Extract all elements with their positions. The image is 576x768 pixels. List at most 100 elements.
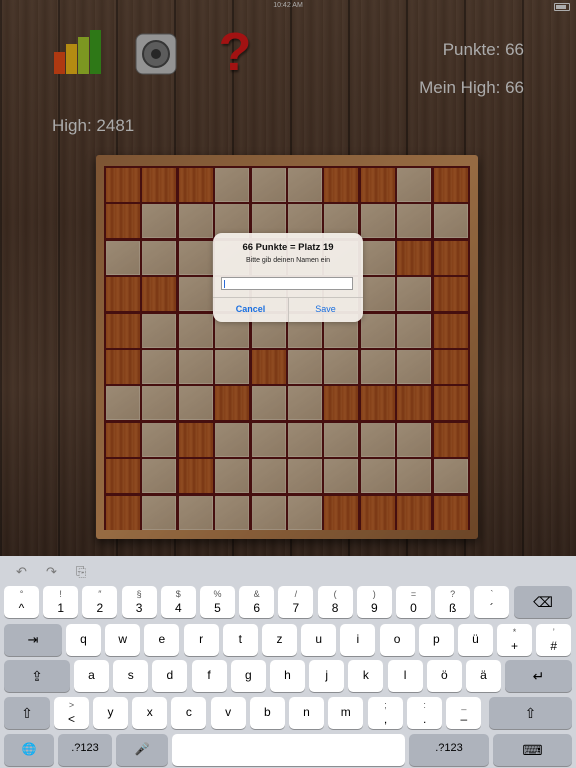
- key-j[interactable]: j: [309, 660, 345, 692]
- key-alt-label: *: [512, 627, 517, 637]
- hide-keyboard-key[interactable]: ⌨: [493, 734, 572, 766]
- key-label: 9: [370, 601, 378, 615]
- key-a[interactable]: a: [74, 660, 109, 692]
- globe-key[interactable]: 🌐: [4, 734, 54, 766]
- microphone-key[interactable]: 🎤: [116, 734, 168, 766]
- name-input[interactable]: [221, 277, 353, 290]
- space-bar[interactable]: [172, 734, 405, 766]
- backspace-key[interactable]: ⌫: [514, 586, 572, 618]
- undo-icon[interactable]: ↶: [16, 564, 27, 580]
- key-label: .: [423, 712, 427, 726]
- key-label: p: [432, 632, 440, 646]
- key-label: j: [325, 668, 329, 682]
- key-1[interactable]: ! 1: [43, 586, 79, 618]
- key-^[interactable]: ° ^: [4, 586, 39, 618]
- key-b[interactable]: b: [249, 697, 285, 729]
- key-d[interactable]: d: [152, 660, 188, 692]
- key-label: u: [315, 632, 323, 646]
- left-shift-key[interactable]: ⇧: [4, 697, 50, 729]
- key-n[interactable]: n: [289, 697, 324, 729]
- key-label: ⇪: [31, 668, 43, 684]
- key-s[interactable]: s: [113, 660, 149, 692]
- key-label: ⇧: [524, 705, 537, 721]
- key-punct-0[interactable]: ;,: [368, 697, 403, 729]
- save-button[interactable]: Save: [288, 297, 363, 322]
- numbers-key-left[interactable]: .?123: [58, 734, 112, 766]
- key-4[interactable]: $4: [160, 586, 196, 618]
- key-k[interactable]: k: [348, 660, 384, 692]
- key-c[interactable]: c: [171, 697, 207, 729]
- key-r[interactable]: r: [183, 624, 219, 656]
- key-label: y: [107, 705, 114, 719]
- key-v[interactable]: v: [210, 697, 246, 729]
- key-label: f: [207, 668, 211, 682]
- key-label: ↵: [532, 668, 545, 684]
- key-label: x: [146, 705, 153, 719]
- key-y[interactable]: y: [93, 697, 128, 729]
- key-9[interactable]: ) 9: [356, 586, 392, 618]
- cancel-button[interactable]: Cancel: [213, 297, 288, 322]
- tab-key[interactable]: ⇥: [4, 624, 62, 656]
- key-less-than[interactable]: > <: [54, 697, 89, 729]
- key-l[interactable]: l: [387, 660, 423, 692]
- key-alt-label: ): [372, 589, 376, 599]
- key-e[interactable]: e: [144, 624, 180, 656]
- key-h[interactable]: h: [270, 660, 305, 692]
- key-t[interactable]: t: [222, 624, 258, 656]
- key-o[interactable]: o: [379, 624, 415, 656]
- key-q[interactable]: q: [66, 624, 101, 656]
- key-label: i: [356, 632, 360, 646]
- return-key[interactable]: ↵: [505, 660, 572, 692]
- key-ß[interactable]: ? ß: [435, 586, 471, 618]
- key-label: d: [166, 668, 174, 682]
- key-label: ⇥: [27, 632, 39, 647]
- key-punct-2[interactable]: _ –: [446, 697, 482, 729]
- key-label: ´: [489, 601, 494, 615]
- key-0[interactable]: = 0: [396, 586, 431, 618]
- key-2[interactable]: ″ 2: [82, 586, 118, 618]
- key-alt-label: :: [423, 700, 426, 710]
- key-label: s: [127, 668, 134, 682]
- key-alt-label: ’: [552, 627, 555, 637]
- key-ü[interactable]: ü: [458, 624, 493, 656]
- key-m[interactable]: m: [328, 697, 364, 729]
- numbers-key-right[interactable]: .?123: [409, 734, 489, 766]
- key-3[interactable]: § 3: [121, 586, 157, 618]
- key-alt-label: =: [410, 589, 417, 599]
- key-alt-label: °: [19, 589, 24, 599]
- key-label: t: [238, 632, 242, 646]
- key-´[interactable]: ` ´: [474, 586, 510, 618]
- caps-lock-key[interactable]: ⇪: [4, 660, 70, 692]
- key-label: v: [225, 705, 232, 719]
- key-6[interactable]: & 6: [239, 586, 275, 618]
- right-shift-key[interactable]: ⇧: [489, 697, 572, 729]
- key-#[interactable]: ’ #: [536, 624, 572, 656]
- key-w[interactable]: w: [105, 624, 141, 656]
- key-ö[interactable]: ö: [426, 660, 462, 692]
- paste-icon[interactable]: ⎘: [76, 564, 86, 580]
- key-u[interactable]: u: [301, 624, 337, 656]
- key-i[interactable]: i: [340, 624, 376, 656]
- key-x[interactable]: x: [132, 697, 168, 729]
- key-label: <: [67, 712, 75, 726]
- key-label: ,: [383, 712, 388, 726]
- key-ä[interactable]: ä: [466, 660, 501, 692]
- key-alt-label: $: [175, 589, 181, 599]
- key-g[interactable]: g: [230, 660, 266, 692]
- key-label: 8: [331, 601, 339, 615]
- key-8[interactable]: (8: [317, 586, 353, 618]
- key-alt-label: ?: [450, 589, 456, 599]
- key-label: ß: [449, 601, 457, 615]
- key-5[interactable]: % 5: [200, 586, 235, 618]
- key-label: z: [276, 632, 283, 646]
- key-7[interactable]: /7: [278, 586, 314, 618]
- key-z[interactable]: z: [262, 624, 297, 656]
- key-p[interactable]: p: [418, 624, 454, 656]
- key-label: 6: [253, 601, 261, 615]
- redo-icon[interactable]: ↷: [46, 564, 57, 580]
- key-+[interactable]: * +: [497, 624, 532, 656]
- key-f[interactable]: f: [191, 660, 227, 692]
- key-punct-1[interactable]: :.: [407, 697, 443, 729]
- text-caret: [224, 280, 225, 288]
- key-label: ^: [18, 601, 25, 615]
